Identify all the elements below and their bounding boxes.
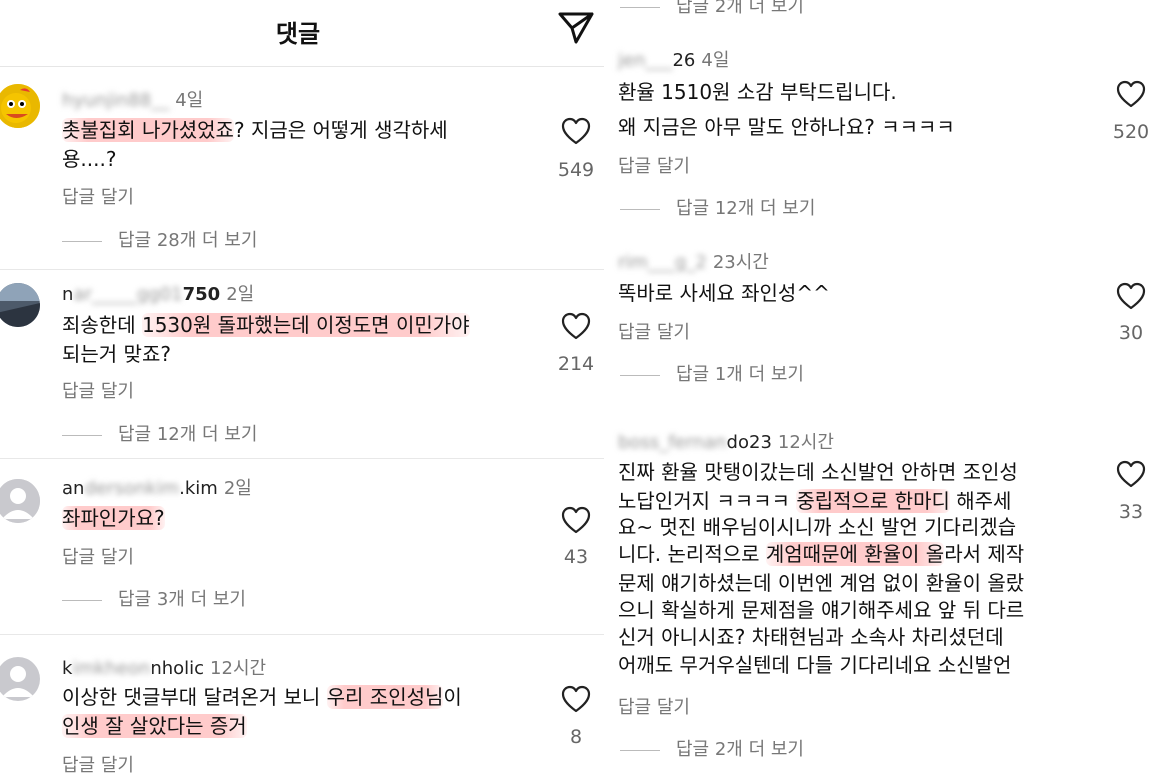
comment-text: 어깨도 무거우실텐데 다들 기다리네요 소신발언 [618, 653, 1012, 677]
heart-icon[interactable] [561, 506, 591, 534]
heart-icon[interactable] [1116, 460, 1146, 488]
comment-time: 2일 [223, 478, 252, 499]
reply-button[interactable]: 답글 달기 [618, 318, 690, 344]
view-more-replies[interactable]: 답글 1개 더 보기 [620, 360, 804, 386]
like-count: 549 [557, 159, 595, 181]
comment-text: 으니 확실하게 문제점을 얘기해주세요 앞 뒤 다르 [618, 598, 1025, 622]
comment-text: 촛불집회 나가셨었죠? 지금은 어떻게 생각하세 [62, 118, 448, 142]
comment-username[interactable]: rim___g_2 23시간 [618, 248, 769, 274]
view-more-replies[interactable]: 답글 2개 더 보기 [620, 0, 804, 18]
like-count: 30 [1118, 322, 1144, 344]
comment-text: 니다. 논리적으로 계엄때문에 환율이 올라서 제작 [618, 542, 1025, 566]
comments-header: 댓글 [0, 0, 604, 62]
comment-time: 4일 [701, 50, 730, 71]
comment-divider [0, 458, 604, 459]
comment-username[interactable]: andersonkim.kim 2일 [62, 474, 252, 500]
heart-icon[interactable] [561, 117, 591, 145]
like-count: 520 [1112, 121, 1150, 143]
comment-time: 12시간 [210, 658, 267, 679]
send-icon[interactable] [556, 8, 596, 48]
view-more-replies[interactable]: 답글 12개 더 보기 [62, 420, 257, 446]
avatar[interactable] [0, 479, 40, 523]
heart-icon[interactable] [1116, 282, 1146, 310]
comment-username[interactable]: hyunjin88__ 4일 [62, 86, 203, 112]
like-count: 33 [1118, 501, 1144, 523]
comment-divider [0, 269, 604, 270]
comment-username[interactable]: kimkheonnholic 12시간 [62, 654, 266, 680]
heart-icon[interactable] [561, 312, 591, 340]
reply-button[interactable]: 답글 달기 [62, 543, 134, 569]
like-count: 43 [563, 546, 589, 568]
like-count: 8 [569, 726, 583, 748]
comment-time: 12시간 [777, 432, 834, 453]
view-more-replies[interactable]: 답글 3개 더 보기 [62, 585, 246, 611]
reply-button[interactable]: 답글 달기 [62, 751, 134, 777]
comment-time: 23시간 [712, 252, 769, 273]
view-more-replies[interactable]: 답글 12개 더 보기 [620, 194, 815, 220]
comment-text: 죄송한데 1530원 돌파했는데 이정도면 이민가야 [62, 313, 470, 337]
comment-text: 왜 지금은 아무 말도 안하나요? ㅋㅋㅋㅋ [618, 115, 955, 139]
comment-text: 좌파인가요? [62, 506, 165, 530]
comment-text: 노답인거지 ㅋㅋㅋㅋ 중립적으로 한마디 해주세 [618, 489, 1012, 513]
avatar[interactable] [0, 84, 40, 128]
comment-username[interactable]: boss_fernando23 12시간 [618, 428, 834, 454]
reply-button[interactable]: 답글 달기 [618, 152, 690, 178]
avatar[interactable] [0, 657, 40, 701]
comment-username[interactable]: jen___26 4일 [618, 46, 729, 72]
comment-text: 문제 얘기하셨는데 이번엔 계엄 없이 환율이 올랐 [618, 571, 1025, 595]
header-divider [0, 66, 604, 67]
comment-text: 되는거 맞죠? [62, 342, 171, 366]
reply-button[interactable]: 답글 달기 [62, 377, 134, 403]
comment-username[interactable]: nar_____gg01750 2일 [62, 280, 254, 306]
comment-text: 진짜 환율 맛탱이갔는데 소신발언 안하면 조인성 [618, 460, 1018, 484]
view-more-replies[interactable]: 답글 28개 더 보기 [62, 226, 257, 252]
avatar[interactable] [0, 283, 40, 327]
comments-panel-right: 답글 2개 더 보기 jen___26 4일 환율 1510원 소감 부탁드립니다… [604, 0, 1164, 778]
like-count: 214 [557, 353, 595, 375]
comment-text: 요~ 멋진 배우님이시니까 소신 발언 기다리겠습 [618, 515, 1017, 539]
comment-text: 용....? [62, 147, 117, 171]
comment-text: 환율 1510원 소감 부탁드립니다. [618, 80, 897, 104]
comment-time: 4일 [175, 90, 204, 111]
reply-button[interactable]: 답글 달기 [62, 183, 134, 209]
heart-icon[interactable] [561, 685, 591, 713]
comments-panel-left: 댓글 hyunjin88__ 4일 촛불집회 나가셨었죠? 지금은 어떻게 생각하… [0, 0, 604, 778]
view-more-replies[interactable]: 답글 2개 더 보기 [620, 735, 804, 761]
comment-text: 인생 잘 살았다는 증거 [62, 714, 247, 738]
comment-time: 2일 [226, 284, 255, 305]
comment-divider [0, 634, 604, 635]
comment-text: 신거 아니시죠? 차태현님과 소속사 차리셨던데 [618, 625, 1004, 649]
comment-text: 이상한 댓글부대 달려온거 보니 우리 조인성님이 [62, 685, 462, 709]
heart-icon[interactable] [1116, 80, 1146, 108]
reply-button[interactable]: 답글 달기 [618, 693, 690, 719]
comment-text: 똑바로 사세요 좌인성^^ [618, 281, 830, 305]
page-title: 댓글 [275, 20, 321, 48]
